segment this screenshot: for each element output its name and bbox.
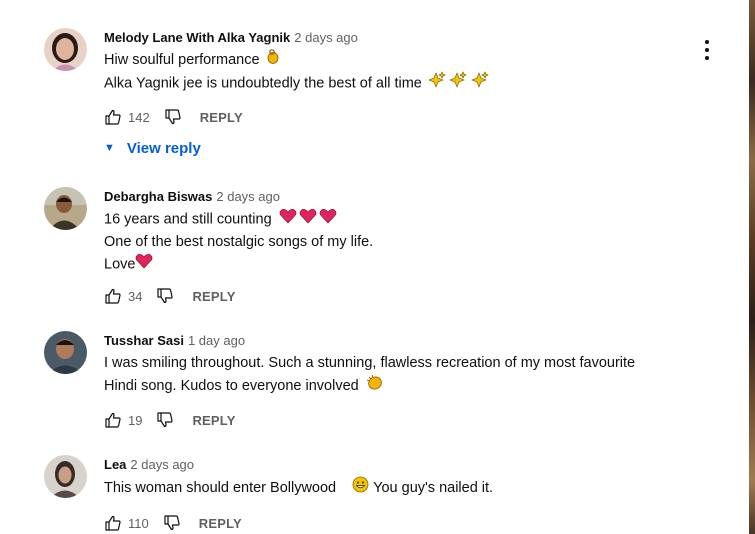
dislike-icon[interactable] [163, 514, 181, 532]
timestamp[interactable]: 2 days ago [216, 189, 280, 204]
like-count: 34 [128, 288, 143, 304]
side-thumbnail-strip [749, 0, 755, 534]
comment-4: Lea 2 days ago This woman should enter Bo… [0, 450, 748, 534]
like-icon[interactable] [104, 411, 122, 429]
author-name[interactable]: Debargha Biswas [104, 189, 212, 204]
like-count: 110 [128, 515, 149, 531]
avatar[interactable] [44, 187, 87, 230]
comment-line: 16 years and still counting [104, 211, 272, 228]
ok-hand-emoji [267, 49, 279, 71]
comment-line: Hiw soulful performance [104, 52, 260, 68]
comment-text: I was smiling throughout. Such a stunnin… [104, 352, 708, 398]
reply-button[interactable]: REPLY [192, 413, 235, 428]
like-count: 19 [128, 412, 143, 428]
reply-button[interactable]: REPLY [192, 289, 235, 304]
avatar[interactable] [44, 28, 87, 71]
comment-line: Love [104, 256, 136, 273]
avatar[interactable] [44, 455, 87, 498]
like-count: 142 [128, 109, 150, 125]
comment-line: This woman should enter Bollywood [104, 479, 337, 496]
timestamp[interactable]: 1 day ago [188, 333, 245, 348]
author-name[interactable]: Tusshar Sasi [104, 333, 184, 348]
view-reply-label: View reply [126, 139, 201, 157]
comment-line: One of the best nostalgic songs of my li… [104, 234, 374, 250]
comment-line: Alka Yagnik jee is undoubtedly the best … [104, 75, 422, 92]
timestamp[interactable]: 2 days ago [294, 30, 358, 45]
author-name[interactable]: Lea [104, 457, 126, 472]
like-icon[interactable] [104, 108, 122, 126]
reply-button[interactable]: REPLY [200, 110, 243, 125]
author-name[interactable]: Melody Lane With Alka Yagnik [104, 30, 290, 45]
sparkles-emoji [428, 71, 491, 96]
clapping-hands-emoji [366, 374, 383, 398]
like-icon[interactable] [104, 287, 122, 305]
caret-down-icon: ▼ [104, 142, 115, 154]
comment-text: This woman should enter Bollywood You gu… [104, 476, 708, 500]
reply-button[interactable]: REPLY [199, 516, 242, 531]
dislike-icon[interactable] [156, 287, 174, 305]
comment-1: Melody Lane With Alka Yagnik 2 days ago H… [0, 0, 748, 160]
dislike-icon[interactable] [156, 411, 174, 429]
comment-line: Hindi song. Kudos to everyone involved [104, 377, 359, 394]
dislike-icon[interactable] [164, 108, 182, 126]
comment-line: You guy's nailed it. [373, 479, 494, 496]
more-actions-icon[interactable] [700, 40, 714, 60]
grinning-face-emoji [352, 476, 369, 500]
red-heart-emoji [279, 208, 337, 231]
red-heart-emoji [135, 253, 153, 276]
like-icon[interactable] [104, 514, 122, 532]
comment-2: Debargha Biswas 2 days ago 16 years and s… [0, 180, 748, 310]
comment-3: Tusshar Sasi 1 day ago I was smiling thro… [0, 325, 748, 435]
comment-line: I was smiling throughout. Such a stunnin… [104, 355, 636, 371]
comment-text: Hiw soulful performance Alka Yagnik jee … [104, 49, 708, 96]
comment-text: 16 years and still counting One of the b… [104, 208, 708, 276]
timestamp[interactable]: 2 days ago [130, 457, 194, 472]
view-reply-button[interactable]: ▼ View reply [104, 138, 201, 158]
avatar[interactable] [44, 331, 87, 374]
